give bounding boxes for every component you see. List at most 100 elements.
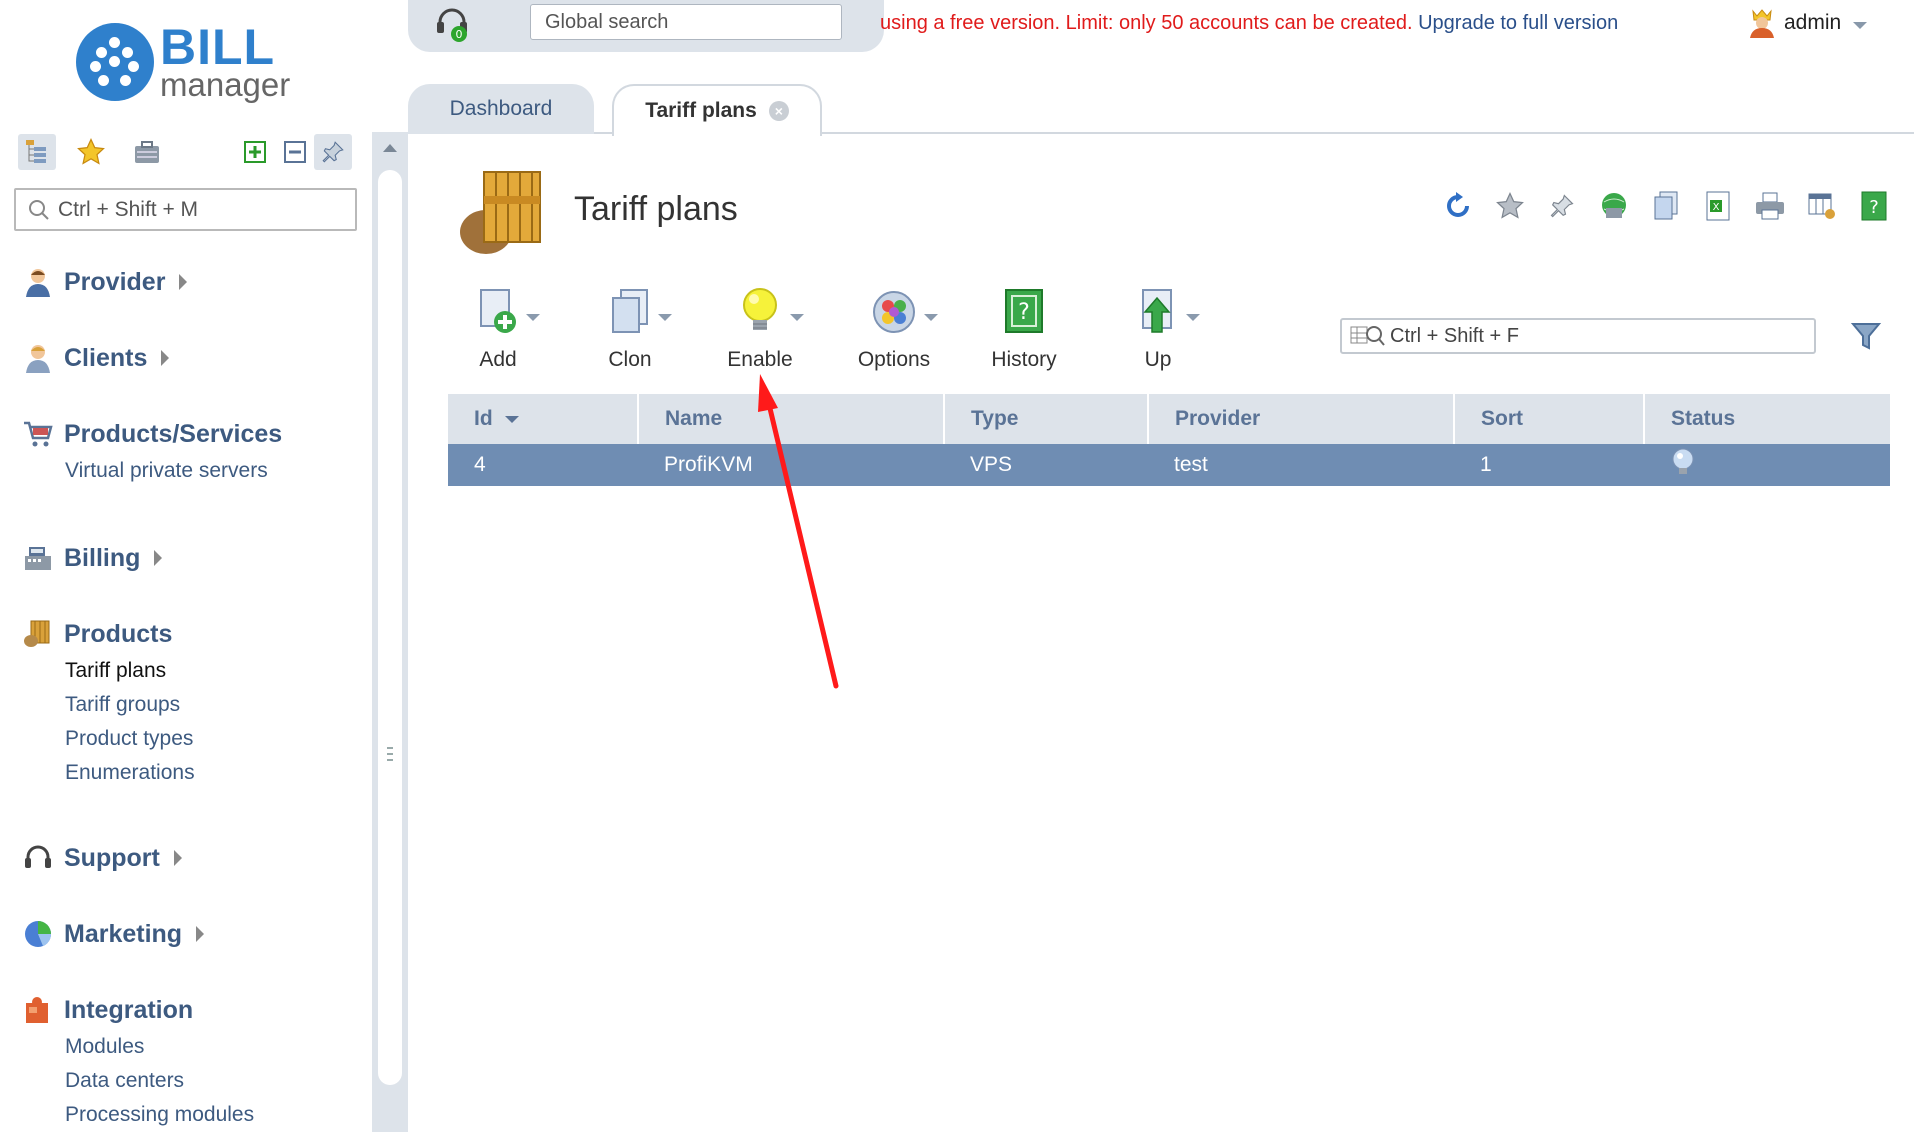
history-label: History (991, 348, 1057, 371)
nav-group-provider[interactable]: Provider (22, 262, 188, 302)
sort-desc-icon (504, 415, 519, 423)
svg-text:?: ? (1869, 197, 1879, 218)
pin-icon[interactable] (314, 134, 352, 170)
chevron-down-icon[interactable] (658, 314, 672, 321)
chevron-down-icon[interactable] (790, 314, 804, 321)
nav-item-tariff-groups[interactable]: Tariff groups (65, 688, 195, 722)
copy-document-icon[interactable] (1648, 188, 1684, 224)
cell-id[interactable]: 4 (448, 444, 638, 486)
history-button[interactable]: ? History (964, 286, 1084, 376)
nav-label-billing: Billing (64, 543, 141, 572)
nav-group-integration[interactable]: Integration Modules Data centers Process… (22, 990, 254, 1132)
global-search-field[interactable] (530, 4, 842, 40)
column-header-name[interactable]: Name (638, 394, 945, 444)
sidebar-splitter[interactable] (372, 132, 408, 1132)
nav-item-enumerations[interactable]: Enumerations (65, 756, 195, 790)
favorites-star-icon[interactable] (72, 134, 110, 170)
options-label: Options (857, 348, 931, 371)
menu-search-input[interactable] (58, 197, 328, 222)
nav-group-products-services[interactable]: Products/Services Virtual private server… (22, 414, 282, 488)
search-icon (29, 199, 49, 220)
add-document-icon (438, 286, 558, 338)
nav-item-modules[interactable]: Modules (65, 1030, 254, 1064)
column-header-status[interactable]: Status (1644, 394, 1890, 444)
splitter-grip-icon[interactable] (387, 747, 393, 761)
add-button[interactable]: Add (438, 286, 558, 376)
cart-icon (22, 418, 54, 450)
logo-text-manager: manager (160, 66, 291, 103)
cell-name[interactable]: ProfiKVM (638, 444, 944, 486)
puzzle-icon (22, 994, 54, 1026)
user-menu[interactable]: admin (1748, 8, 1868, 38)
global-search-input[interactable] (545, 5, 835, 39)
filter-icon[interactable] (1850, 320, 1882, 352)
nav-item-tariff-plans[interactable]: Tariff plans (65, 654, 195, 688)
nav-item-product-types[interactable]: Product types (65, 722, 195, 756)
close-icon[interactable]: × (768, 101, 789, 121)
nav-group-support[interactable]: Support (22, 838, 182, 878)
nav-label-support: Support (64, 843, 160, 872)
notifications-headset-icon[interactable]: 0 (432, 4, 472, 44)
printer-icon[interactable] (1752, 188, 1788, 224)
enable-button[interactable]: Enable (700, 286, 820, 376)
admin-avatar-icon (1750, 9, 1774, 38)
expand-arrow-icon (179, 274, 188, 290)
nav-item-processing-modules[interactable]: Processing modules (65, 1098, 254, 1132)
scroll-up-icon[interactable] (383, 144, 397, 152)
column-header-id[interactable]: Id (448, 394, 639, 444)
nav-group-products[interactable]: Products Tariff plans Tariff groups Prod… (22, 614, 195, 790)
bill-manager-logo[interactable]: BILL manager (76, 22, 290, 101)
nav-item-data-centers[interactable]: Data centers (65, 1064, 254, 1098)
table-search-icon (1350, 326, 1385, 346)
table-settings-icon[interactable] (1804, 188, 1840, 224)
notification-count: 0 (456, 28, 463, 41)
chevron-down-icon[interactable] (1186, 314, 1200, 321)
nav-label-marketing: Marketing (64, 919, 183, 948)
list-search-field[interactable] (1340, 318, 1816, 354)
cell-sort[interactable]: 1 (1454, 444, 1644, 486)
column-header-sort[interactable]: Sort (1454, 394, 1645, 444)
cell-status[interactable] (1644, 444, 1890, 486)
list-search-input[interactable] (1390, 324, 1790, 348)
clients-icon (22, 342, 54, 374)
nav-group-billing[interactable]: Billing (22, 538, 163, 578)
refresh-icon[interactable] (1440, 188, 1476, 224)
globe-printer-icon[interactable] (1596, 188, 1632, 224)
tab-tariff-plans[interactable]: Tariff plans × (612, 84, 822, 136)
pin-icon[interactable] (1544, 188, 1580, 224)
help-icon[interactable]: ? (1856, 188, 1892, 224)
chevron-down-icon (1853, 21, 1868, 29)
column-header-provider[interactable]: Provider (1148, 394, 1455, 444)
chevron-down-icon[interactable] (924, 314, 938, 321)
clon-label: Clon (608, 348, 652, 371)
cell-provider[interactable]: test (1148, 444, 1454, 486)
bulb-off-icon (1672, 448, 1694, 474)
table-row[interactable]: 4 ProfiKVM VPS test 1 (448, 444, 1890, 486)
collapse-all-icon[interactable] (276, 134, 314, 170)
sidebar-scrollbar[interactable] (378, 170, 402, 1085)
nav-item-virtual-private-servers[interactable]: Virtual private servers (65, 454, 282, 488)
menu-search-field[interactable] (14, 188, 357, 231)
provider-icon (22, 266, 54, 298)
expand-arrow-icon (154, 550, 163, 566)
chevron-down-icon[interactable] (526, 314, 540, 321)
tree-view-icon[interactable] (18, 134, 56, 170)
up-button[interactable]: Up (1098, 286, 1218, 376)
options-button[interactable]: Options (834, 286, 954, 376)
nav-label-integration: Integration (64, 995, 194, 1024)
logo-emblem-icon (76, 22, 154, 101)
briefcase-icon[interactable] (128, 134, 166, 170)
star-icon[interactable] (1492, 188, 1528, 224)
nav-group-clients[interactable]: Clients (22, 338, 170, 378)
clon-button[interactable]: Clon (570, 286, 690, 376)
cell-type[interactable]: VPS (944, 444, 1148, 486)
upgrade-link[interactable]: Upgrade to full version (1418, 12, 1618, 34)
column-header-type[interactable]: Type (944, 394, 1149, 444)
excel-export-icon[interactable]: X (1700, 188, 1736, 224)
lightbulb-on-icon (700, 286, 820, 338)
nav-group-marketing[interactable]: Marketing (22, 914, 205, 954)
tab-dashboard[interactable]: Dashboard (408, 84, 594, 134)
expand-all-icon[interactable] (236, 134, 274, 170)
svg-text:?: ? (1018, 300, 1030, 325)
tariff-plans-icon (458, 166, 554, 258)
